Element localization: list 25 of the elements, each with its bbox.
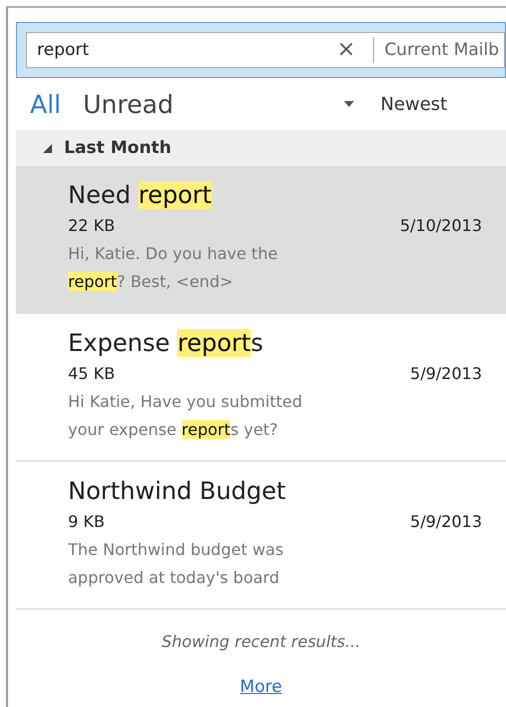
search-field[interactable]: report × Current Mailb <box>26 32 505 68</box>
message-row[interactable]: Need report 22 KB 5/10/2013 Hi, Katie. Do you have the report? Best, <end> <box>16 166 506 314</box>
message-subject: Northwind Budget <box>68 476 287 507</box>
message-size: 45 KB <box>68 363 115 385</box>
group-header[interactable]: Last Month <box>16 130 506 166</box>
search-scope[interactable]: Current Mailb <box>384 40 500 60</box>
message-size: 22 KB <box>68 215 115 237</box>
caret-icon[interactable] <box>344 101 354 107</box>
message-date: 5/10/2013 <box>400 215 482 237</box>
message-preview: Hi Katie, Have you submitted your expense reports yet? <box>68 391 304 441</box>
sort-button[interactable]: Newest <box>380 94 448 114</box>
group-title: Last Month <box>64 138 172 158</box>
message-subject: Need report <box>68 180 213 211</box>
message-date: 5/9/2013 <box>410 363 482 385</box>
message-date: 5/9/2013 <box>410 511 482 533</box>
message-subject: Expense reports <box>68 328 264 359</box>
more-link[interactable]: More <box>240 677 282 697</box>
message-preview: Hi, Katie. Do you have the report? Best, <end> <box>68 243 279 293</box>
status-text: Showing recent results... <box>162 632 360 651</box>
expand-icon[interactable] <box>43 144 52 152</box>
filter-tab[interactable]: All <box>30 90 61 118</box>
clear-button[interactable]: × <box>333 39 360 61</box>
filter-tab[interactable]: Unread <box>83 90 174 118</box>
message-size: 9 KB <box>68 511 105 533</box>
message-preview: The Northwind budget was approved at today's board <box>68 539 285 589</box>
